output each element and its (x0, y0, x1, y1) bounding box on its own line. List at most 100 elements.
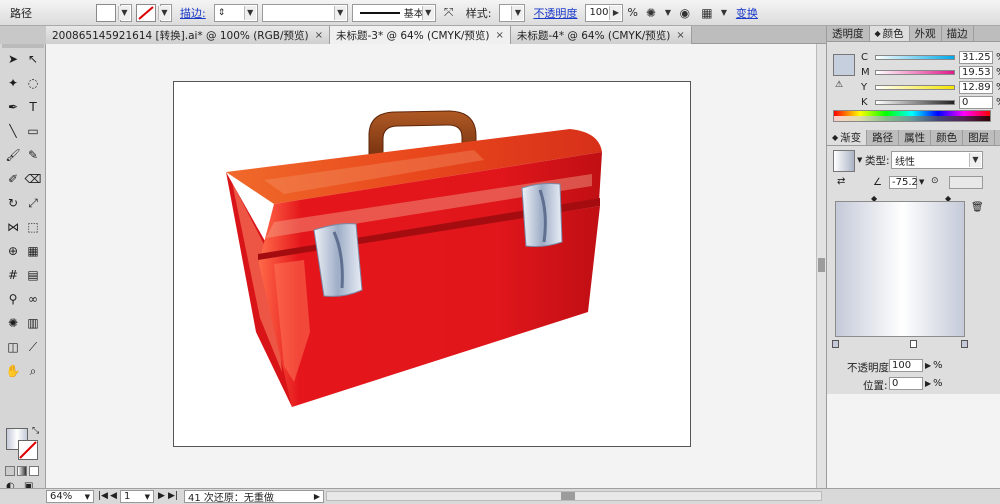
tab-layers[interactable]: 图层 (963, 130, 996, 145)
reverse-gradient-icon[interactable]: ⇄ (837, 176, 845, 187)
brush-definition-dropdown[interactable]: 基本 ▼ (351, 3, 436, 22)
opacity-link[interactable]: 不透明度 (529, 5, 581, 21)
status-message[interactable]: 41 次还原：无重做 ▶ (184, 490, 324, 504)
type-tool-icon[interactable]: T (23, 98, 43, 116)
delete-stop-icon[interactable]: 🗑 (971, 202, 984, 213)
hand-tool-icon[interactable]: ✋ (3, 362, 23, 380)
symbol-sprayer-tool-icon[interactable]: ✺ (3, 314, 23, 332)
direct-selection-tool-icon[interactable]: ↖ (23, 50, 43, 68)
gradient-preset-dropdown-icon[interactable]: ▼ (857, 156, 862, 164)
line-tool-icon[interactable]: ╲ (3, 122, 23, 140)
gradient-color-stop[interactable] (832, 340, 839, 348)
toolbar-grip[interactable] (2, 44, 44, 48)
tab-appearance[interactable]: 外观 (910, 26, 942, 41)
gradient-mode-button[interactable] (17, 466, 27, 476)
rotate-tool-icon[interactable]: ↻ (3, 194, 23, 212)
tab-document-3[interactable]: 未标题-4* @ 64% (CMYK/预览) × (510, 26, 692, 44)
free-transform-tool-icon[interactable]: ⬚ (23, 218, 43, 236)
recolor-artwork-icon[interactable]: ✺ (642, 4, 660, 22)
artboard-number-field[interactable]: 1 ▼ (120, 490, 154, 503)
aspect-ratio-field[interactable] (949, 176, 983, 189)
angle-field[interactable]: -75.2 (889, 176, 918, 189)
blob-brush-tool-icon[interactable]: ✐ (3, 170, 23, 188)
width-tool-icon[interactable]: ⋈ (3, 218, 23, 236)
stop-opacity-field[interactable]: 100 (889, 359, 923, 372)
magic-wand-tool-icon[interactable]: ✦ (3, 74, 23, 92)
scale-tool-icon[interactable]: ⤢ (23, 194, 43, 212)
zoom-tool-icon[interactable]: ⌕ (23, 362, 43, 380)
variable-width-profile[interactable]: ▼ (261, 3, 348, 22)
recolor-dropdown-icon[interactable]: ▼ (664, 4, 672, 22)
tab-transparency[interactable]: 透明度 (827, 26, 870, 41)
channel-slider[interactable] (875, 54, 955, 60)
gradient-tool-icon[interactable]: ▤ (23, 266, 43, 284)
artboard[interactable] (173, 81, 691, 447)
gradient-preview-swatch[interactable] (833, 150, 855, 172)
tab-gradient[interactable]: ◆ 渐变 (827, 130, 868, 145)
channel-value-field[interactable]: 12.89 (959, 80, 993, 94)
gradient-type-dropdown[interactable]: 线性 ▼ (891, 151, 983, 169)
shape-builder-tool-icon[interactable]: ⊕ (3, 242, 23, 260)
color-fill-swatch[interactable] (833, 54, 855, 76)
last-artboard-button[interactable]: ▶| (168, 491, 178, 501)
slice-tool-icon[interactable]: ⟋ (23, 338, 43, 356)
out-of-gamut-icon[interactable]: ⚠ (835, 80, 843, 90)
prev-artboard-button[interactable]: ◀ (110, 491, 117, 501)
stroke-link[interactable]: 描边: (176, 5, 210, 21)
pen-tool-icon[interactable]: ✒ (3, 98, 23, 116)
channel-value-field[interactable]: 0 (959, 95, 993, 109)
paintbrush-tool-icon[interactable]: 🖌 (3, 146, 23, 164)
rectangle-tool-icon[interactable]: ▭ (23, 122, 43, 140)
document-setup-icon[interactable]: ▦ (698, 4, 716, 22)
fill-dropdown[interactable]: ▼ (118, 3, 132, 22)
gradient-annotator-preview[interactable] (835, 201, 965, 337)
stroke-weight-field[interactable]: ⇕ ▼ (213, 3, 258, 22)
scroll-thumb[interactable] (561, 492, 575, 500)
opacity-field[interactable]: 100 ▶ (585, 3, 624, 22)
channel-slider[interactable] (875, 99, 955, 105)
toolbox-illustration[interactable] (174, 82, 692, 448)
stop-location-arrow-icon[interactable]: ▶ (925, 379, 931, 388)
swap-fill-stroke-icon[interactable]: ⤡ (32, 426, 39, 436)
color-mode-button[interactable] (5, 466, 15, 476)
graphic-style-dropdown[interactable]: ▼ (499, 3, 526, 22)
selection-tool-icon[interactable]: ➤ (3, 50, 23, 68)
align-icon[interactable]: ⤧ (440, 4, 458, 22)
angle-dropdown-icon[interactable]: ▼ (919, 178, 924, 186)
tab-pathfinder[interactable]: 路径 (867, 130, 900, 145)
tab-color-2[interactable]: 颜色 (931, 130, 964, 145)
perspective-tool-icon[interactable]: ▦ (23, 242, 43, 260)
lasso-tool-icon[interactable]: ◌ (23, 74, 43, 92)
none-mode-button[interactable] (29, 466, 39, 476)
tab-color[interactable]: ◆ 颜色 (869, 26, 910, 41)
next-artboard-button[interactable]: ▶ (158, 491, 165, 501)
channel-slider[interactable] (875, 69, 955, 75)
tab-document-1[interactable]: 200865145921614 [转换].ai* @ 100% (RGB/预览)… (46, 26, 330, 44)
stop-opacity-arrow-icon[interactable]: ▶ (925, 361, 931, 370)
transform-link[interactable]: 变换 (732, 5, 762, 21)
channel-slider[interactable] (875, 84, 955, 90)
vertical-scrollbar[interactable] (816, 44, 826, 488)
tab-stroke[interactable]: 描边 (942, 26, 974, 41)
color-spectrum[interactable] (833, 110, 991, 122)
pencil-tool-icon[interactable]: ✎ (23, 146, 43, 164)
horizontal-scrollbar[interactable] (326, 491, 822, 501)
mesh-tool-icon[interactable]: # (3, 266, 23, 284)
close-icon[interactable]: × (676, 30, 684, 41)
eraser-tool-icon[interactable]: ⌫ (23, 170, 43, 188)
stop-location-field[interactable]: 0 (889, 377, 923, 390)
close-icon[interactable]: × (495, 30, 503, 41)
tab-attributes[interactable]: 属性 (899, 130, 932, 145)
gradient-color-stop[interactable] (961, 340, 968, 348)
fill-swatch[interactable] (96, 3, 116, 22)
stroke-swatch[interactable] (136, 3, 156, 22)
graph-tool-icon[interactable]: ▥ (23, 314, 43, 332)
blend-tool-icon[interactable]: ∞ (23, 290, 43, 308)
globe-icon[interactable]: ◉ (676, 4, 694, 22)
stroke-box[interactable] (18, 440, 38, 460)
eyedropper-tool-icon[interactable]: ⚲ (3, 290, 23, 308)
scroll-thumb[interactable] (818, 258, 825, 272)
first-artboard-button[interactable]: |◀ (98, 491, 108, 501)
stroke-color-dropdown[interactable]: ▼ (158, 3, 172, 22)
tab-document-2[interactable]: 未标题-3* @ 64% (CMYK/预览) × (329, 26, 511, 44)
